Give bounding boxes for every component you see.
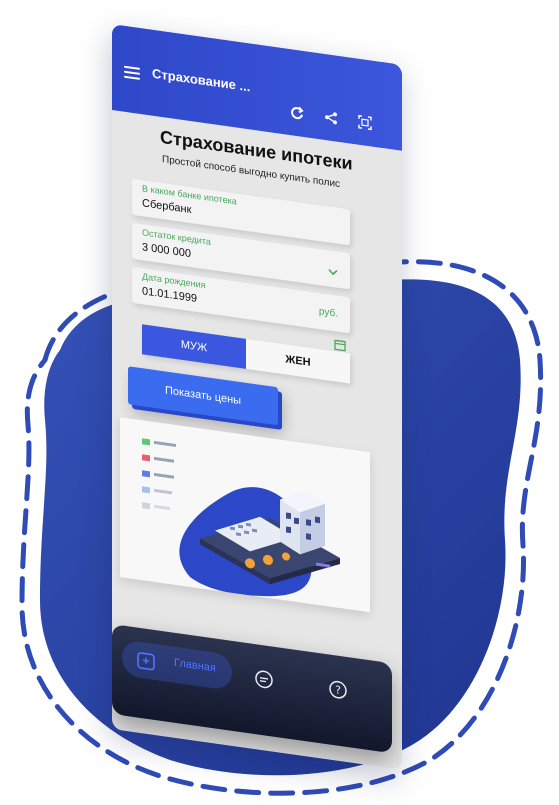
nav-home-tab[interactable]: Главная (122, 639, 232, 691)
chevron-down-icon[interactable] (328, 262, 338, 281)
home-icon (136, 649, 156, 677)
phone: Страхование ... Страхование ипотеки Прос… (112, 24, 412, 805)
currency-suffix: руб. (318, 306, 338, 320)
show-prices-button[interactable]: Показать цены (128, 366, 278, 426)
menu-icon[interactable] (124, 65, 140, 80)
scene: Страхование ... Страхование ипотеки Прос… (0, 0, 559, 805)
bank-field-value: Сбербанк (142, 197, 192, 217)
help-icon[interactable]: ? (328, 678, 348, 701)
mortgage-illustration (120, 417, 370, 613)
qr-scan-icon[interactable] (356, 112, 374, 133)
credit-field-value: 3 000 000 (142, 241, 191, 261)
nav-home-label: Главная (174, 656, 216, 675)
app-screen: Страхование ... Страхование ипотеки Прос… (112, 24, 402, 770)
chat-icon[interactable] (254, 668, 274, 691)
refresh-icon[interactable] (288, 103, 306, 124)
gender-male-option[interactable]: МУЖ (142, 324, 246, 369)
app-title: Страхование ... (152, 65, 251, 95)
svg-text:?: ? (335, 683, 341, 697)
share-icon[interactable] (322, 108, 340, 129)
birth-date-value: 01.01.1999 (142, 285, 198, 305)
bottom-navigation: Главная ? (112, 624, 392, 754)
